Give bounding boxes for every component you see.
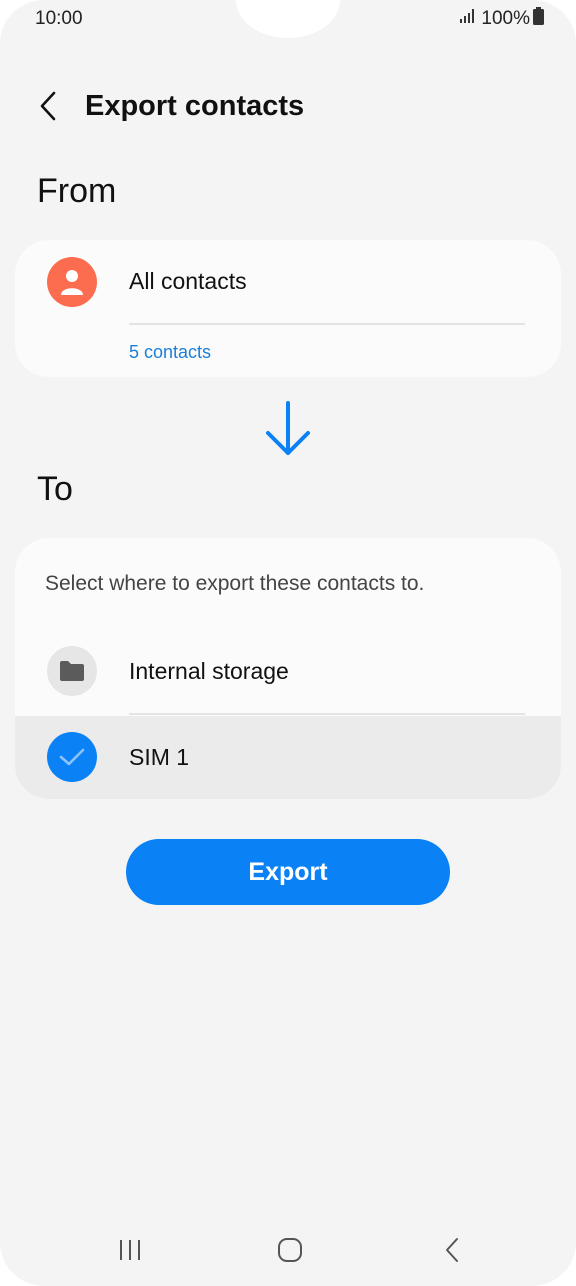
divider [129, 323, 525, 325]
to-heading: To [37, 470, 73, 508]
home-icon[interactable] [270, 1230, 310, 1270]
navigation-bar [0, 1220, 576, 1280]
divider [129, 713, 525, 715]
source-label: All contacts [129, 268, 247, 294]
signal-icon [459, 8, 475, 30]
recent-apps-icon[interactable] [110, 1230, 150, 1270]
check-icon [47, 732, 97, 782]
phone-screen: 10:00 100% Export contacts From All cont… [0, 0, 576, 1286]
folder-icon [47, 646, 97, 696]
person-icon [47, 257, 97, 307]
destination-hint: Select where to export these contacts to… [45, 572, 425, 595]
contacts-count-link[interactable]: 5 contacts [129, 342, 211, 363]
chevron-left-icon [38, 90, 58, 127]
status-bar: 10:00 100% [0, 0, 576, 40]
option-label: SIM 1 [129, 744, 190, 770]
page-title: Export contacts [85, 90, 305, 122]
arrow-down-icon [263, 400, 313, 463]
destination-card: Select where to export these contacts to… [15, 538, 561, 799]
back-button[interactable] [30, 86, 66, 130]
status-indicators: 100% [459, 7, 544, 31]
source-card[interactable]: All contacts 5 contacts [15, 240, 561, 377]
option-internal-storage[interactable]: Internal storage [15, 630, 561, 714]
status-time: 10:00 [35, 8, 83, 29]
option-label: Internal storage [129, 658, 289, 684]
battery-percent: 100% [481, 8, 530, 29]
from-heading: From [37, 172, 117, 210]
export-button[interactable]: Export [126, 839, 450, 905]
back-icon[interactable] [432, 1230, 472, 1270]
app-header: Export contacts [0, 80, 576, 136]
option-sim-1[interactable]: SIM 1 [15, 716, 561, 799]
battery-icon [533, 7, 544, 31]
